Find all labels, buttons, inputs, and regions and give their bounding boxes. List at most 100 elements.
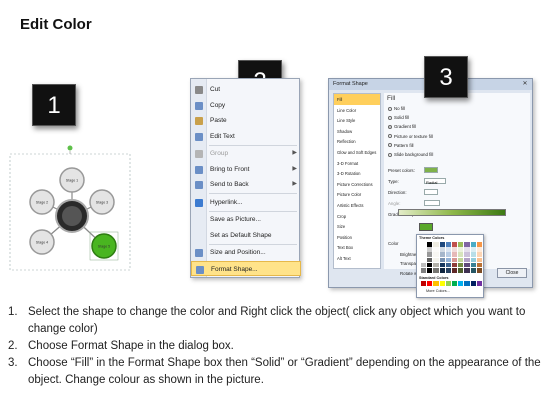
color-swatch[interactable] [451,252,458,257]
rotate-handle[interactable] [67,145,73,151]
sidebar-item-glow-and-soft-edges[interactable]: Glow and Soft Edges [334,147,380,158]
close-button[interactable]: Close [497,268,527,278]
type-select[interactable]: Radial [424,178,446,185]
fill-option[interactable]: Slide background fill [388,152,433,157]
color-swatch[interactable] [433,257,439,263]
color-swatch[interactable] [464,262,470,268]
color-swatch[interactable] [445,262,451,268]
fill-option[interactable]: Gradient fill [388,124,416,129]
color-swatch[interactable] [464,267,470,273]
diagram-node[interactable]: Stage 2 [29,189,55,215]
sidebar-item-text-box[interactable]: Text Box [334,242,380,253]
color-swatch[interactable] [421,262,427,268]
menu-item-group[interactable]: Group ▶ [191,146,301,161]
color-swatch[interactable] [470,267,476,273]
color-swatch[interactable] [458,252,464,257]
sidebar-item-reflection[interactable]: Reflection [334,136,380,147]
color-swatch[interactable] [464,257,470,263]
sidebar-item-shadow[interactable]: Shadow [334,126,380,137]
color-swatch[interactable] [451,267,458,273]
color-swatch[interactable] [470,247,476,252]
sidebar-item-picture-corrections[interactable]: Picture Corrections [334,179,380,190]
more-colors-link[interactable]: More Colors... [426,289,450,293]
angle-input[interactable] [424,200,440,206]
color-swatch[interactable] [433,242,439,247]
color-swatch[interactable] [433,262,439,268]
color-swatch[interactable] [427,281,433,286]
color-swatch[interactable] [451,262,458,268]
fill-option[interactable]: Solid fill [388,115,409,120]
color-button[interactable] [419,223,433,231]
sidebar-item-3-d-format[interactable]: 3-D Format [334,158,380,169]
sidebar-item-position[interactable]: Position [334,232,380,243]
color-swatch[interactable] [439,247,445,252]
color-swatch[interactable] [445,281,451,286]
menu-item-send-to-back[interactable]: Send to Back ▶ [191,177,301,192]
color-swatch[interactable] [451,257,458,263]
color-swatch[interactable] [458,247,464,252]
fill-option[interactable]: Picture or texture fill [388,134,433,139]
color-swatch[interactable] [458,242,464,247]
color-swatch[interactable] [445,242,451,247]
color-swatch[interactable] [458,257,464,263]
sidebar-item-crop[interactable]: Crop [334,211,380,222]
color-swatch[interactable] [464,281,470,286]
color-swatch[interactable] [427,252,433,257]
color-swatch[interactable] [458,281,464,286]
color-swatch[interactable] [427,247,433,252]
diagram-node[interactable]: Stage 4 [29,229,55,255]
color-swatch[interactable] [476,281,482,286]
sidebar-item-3-d-rotation[interactable]: 3-D Rotation [334,168,380,179]
color-swatch[interactable] [427,257,433,263]
color-swatch[interactable] [451,247,458,252]
color-swatch[interactable] [433,247,439,252]
menu-item-format-shape[interactable]: Format Shape... [191,260,301,276]
diagram-node[interactable]: Stage 3 [89,189,115,215]
color-swatch[interactable] [470,242,476,247]
color-swatch[interactable] [427,267,433,273]
color-swatch[interactable] [476,267,482,273]
color-swatch[interactable] [464,247,470,252]
color-swatch[interactable] [464,242,470,247]
color-swatch[interactable] [476,252,482,257]
sidebar-item-line-color[interactable]: Line Color [334,105,380,116]
color-swatch[interactable] [421,257,427,263]
color-swatch[interactable] [470,252,476,257]
fill-option[interactable]: No fill [388,106,405,111]
color-swatch[interactable] [427,242,433,247]
sidebar-item-artistic-effects[interactable]: Artistic Effects [334,200,380,211]
menu-item-edit-text[interactable]: Edit Text [191,129,301,144]
menu-item-cut[interactable]: Cut [191,82,301,97]
color-swatch[interactable] [439,257,445,263]
diagram-node[interactable]: Stage 1 [59,167,85,193]
color-swatch[interactable] [421,252,427,257]
shape-diagram[interactable]: Stage 1 Stage 2 Stage 3 Stage 4 Stage 5 [8,144,136,272]
color-swatch[interactable] [439,262,445,268]
color-swatch[interactable] [451,281,458,286]
color-swatch[interactable] [421,247,427,252]
color-swatch[interactable] [464,252,470,257]
color-swatch[interactable] [433,281,439,286]
menu-item-save-as-picture[interactable]: Save as Picture... [191,212,301,227]
color-swatch[interactable] [451,242,458,247]
gradient-stops-bar[interactable] [398,209,506,216]
color-swatch[interactable] [445,247,451,252]
color-swatch[interactable] [458,267,464,273]
dialog-close-icon[interactable]: ✕ [520,80,530,88]
color-swatch[interactable] [476,262,482,268]
color-swatch[interactable] [470,257,476,263]
sidebar-item-fill[interactable]: Fill [334,94,380,105]
color-swatch[interactable] [439,281,445,286]
fill-option[interactable]: Pattern fill [388,143,414,148]
sidebar-item-size[interactable]: Size [334,221,380,232]
color-swatch[interactable] [470,262,476,268]
color-swatch[interactable] [458,262,464,268]
color-swatch[interactable] [433,267,439,273]
color-swatch[interactable] [476,242,482,247]
color-swatch[interactable] [421,242,427,247]
menu-item-hyperlink[interactable]: Hyperlink... [191,195,301,210]
color-swatch[interactable] [445,257,451,263]
menu-item-paste[interactable]: Paste [191,113,301,128]
color-swatch[interactable] [445,252,451,257]
color-swatch[interactable] [421,281,427,286]
